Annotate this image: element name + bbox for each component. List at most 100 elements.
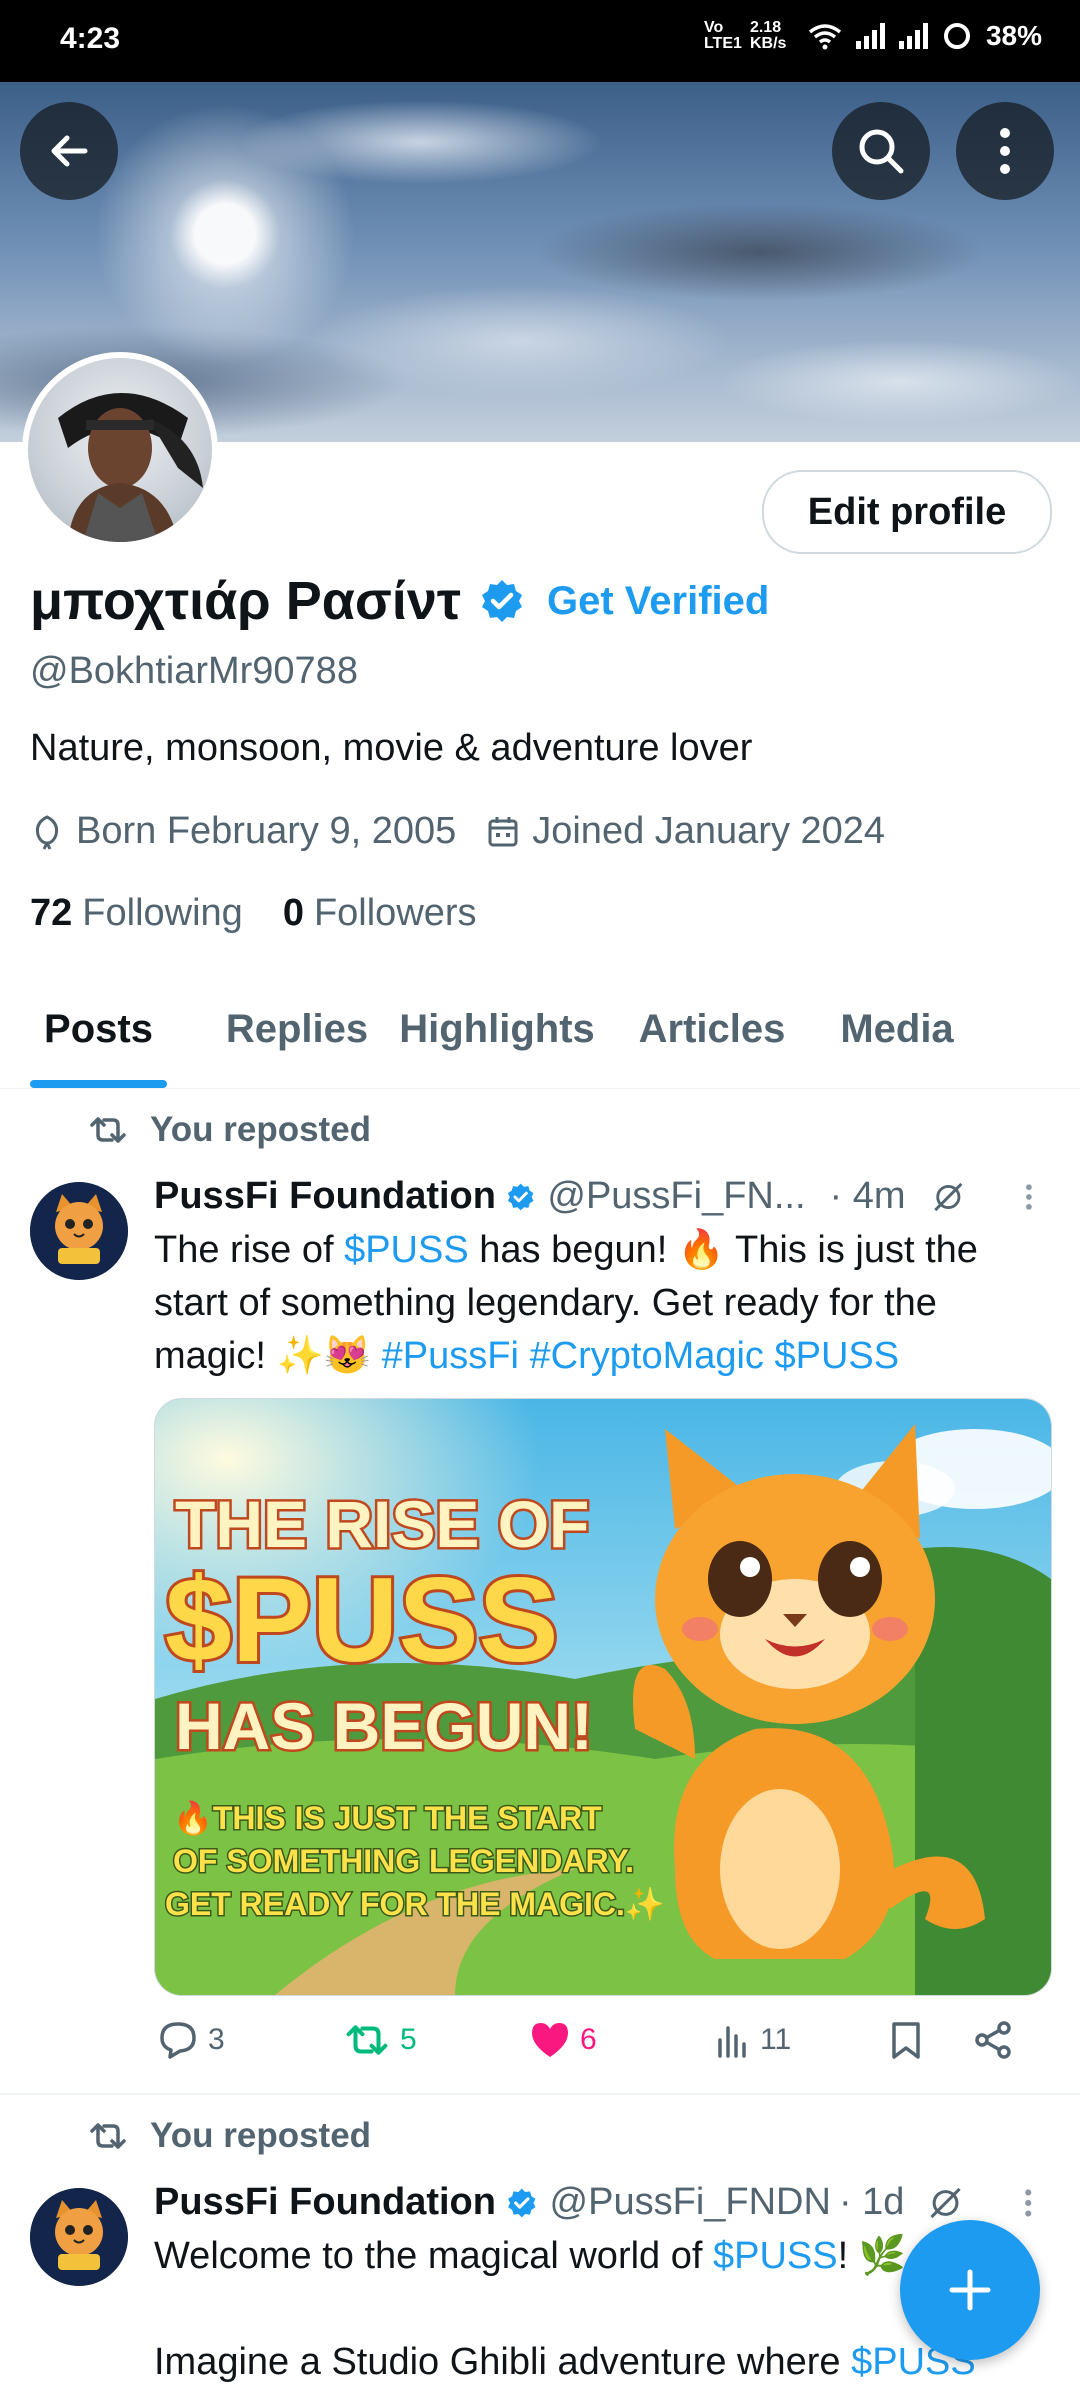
repost-button[interactable]: 5 xyxy=(344,2022,530,2058)
followers-link[interactable]: 0 Followers xyxy=(283,892,477,935)
status-icons: Vo LTE1 2.18 KB/s 38% xyxy=(704,20,1042,52)
avatar-portrait xyxy=(58,393,203,542)
like-count: 6 xyxy=(580,2023,597,2056)
post-more-icon[interactable] xyxy=(1024,1179,1034,1215)
repost-icon xyxy=(90,1117,126,1143)
back-arrow-icon xyxy=(51,135,88,167)
profile-meta: Born February 9, 2005 Joined January 202… xyxy=(30,810,885,853)
image-headline-3: HAS BEGUN! xyxy=(175,1689,593,1763)
heart-icon xyxy=(532,2023,568,2057)
post-time: · 1d xyxy=(838,2181,905,2223)
signal-icon-2 xyxy=(898,23,928,49)
plus-icon xyxy=(949,2269,991,2311)
post-text-part: Welcome to the magical world of xyxy=(154,2235,713,2277)
born-date: Born February 9, 2005 xyxy=(76,810,457,852)
hashtag-link[interactable]: #PussFi xyxy=(382,1335,519,1377)
image-sub-1: 🔥THIS IS JUST THE START xyxy=(173,1800,602,1836)
battery-ring-icon xyxy=(943,23,970,49)
repost-count: 5 xyxy=(400,2023,417,2056)
image-headline-2: $PUSS xyxy=(165,1553,559,1687)
speed-label: 2.18 KB/s xyxy=(749,19,787,52)
like-button[interactable]: 6 xyxy=(530,2021,714,2059)
display-name: μποχτιάρ Ρασίντ xyxy=(30,571,461,631)
bookmark-button[interactable] xyxy=(890,2020,974,2060)
verified-badge-icon xyxy=(507,1183,534,1210)
repost-indicator: You reposted xyxy=(88,2116,371,2156)
following-count: 72 xyxy=(30,892,73,934)
birthday-icon xyxy=(35,814,59,850)
post-header: PussFi Foundation @PussFi_FNDN · 1d xyxy=(154,2181,1034,2224)
more-vertical-icon xyxy=(1000,128,1010,174)
network-label: Vo LTE1 xyxy=(703,19,742,52)
search-icon xyxy=(859,129,904,174)
profile-handle: @BokhtiarMr90788 xyxy=(30,650,358,692)
cashtag-link[interactable]: $PUSS xyxy=(775,1335,900,1377)
cashtag-link[interactable]: $PUSS xyxy=(344,1229,469,1271)
edit-profile-button[interactable]: Edit profile xyxy=(762,470,1052,554)
battery-level: 38% xyxy=(985,20,1042,51)
profile-avatar[interactable] xyxy=(22,352,218,548)
post-time: · 4m xyxy=(829,1175,906,1217)
post-text-part: The rise of xyxy=(154,1229,345,1271)
image-sub-2: OF SOMETHING LEGENDARY. xyxy=(173,1843,634,1879)
view-count: 11 xyxy=(760,2023,792,2056)
post-author-name[interactable]: PussFi Foundation xyxy=(154,2181,496,2224)
cat-logo-icon xyxy=(30,2188,128,2286)
post-more-icon[interactable] xyxy=(1023,2185,1034,2221)
post-image[interactable]: THE RISE OF $PUSS HAS BEGUN! 🔥THIS IS JU… xyxy=(154,1398,1052,1996)
tab-replies[interactable]: Replies xyxy=(226,970,368,1088)
grok-icon[interactable] xyxy=(928,2183,963,2223)
post-text-part: Imagine a Studio Ghibli adventure where xyxy=(154,2341,852,2383)
tab-posts[interactable]: Posts xyxy=(30,970,167,1088)
reply-icon xyxy=(160,2022,196,2059)
post-header: PussFi Foundation @PussFi_FN... · 4m xyxy=(154,1175,1034,1218)
bookmark-icon xyxy=(892,2022,920,2059)
post-actions: 3 5 6 11 xyxy=(158,2020,1028,2060)
get-verified-link[interactable]: Get Verified xyxy=(547,579,769,624)
more-options-button[interactable] xyxy=(956,102,1054,200)
post-author-avatar[interactable] xyxy=(30,1182,128,1280)
share-icon xyxy=(975,2021,1011,2059)
tab-articles[interactable]: Articles xyxy=(637,970,787,1088)
image-sub-3: GET READY FOR THE MAGIC.✨ xyxy=(165,1886,665,1922)
calendar-icon xyxy=(488,816,518,846)
post-divider xyxy=(0,2093,1080,2095)
signal-icon xyxy=(855,23,885,49)
reply-count: 3 xyxy=(208,2023,225,2056)
cashtag-link[interactable]: $PUSS xyxy=(713,2235,838,2277)
views-icon xyxy=(718,2026,746,2058)
status-bar: 4:23 Vo LTE1 2.18 KB/s 38% xyxy=(0,0,1080,82)
post-text: The rise of $PUSS has begun! 🔥 This is j… xyxy=(154,1224,1034,1383)
compose-post-button[interactable] xyxy=(900,2220,1040,2360)
tab-highlights[interactable]: Highlights xyxy=(397,970,597,1088)
repost-label: You reposted xyxy=(150,2116,372,2155)
follow-stats: 72 Following 0 Followers xyxy=(30,892,477,935)
reply-button[interactable]: 3 xyxy=(158,2020,344,2060)
post-author-name[interactable]: PussFi Foundation xyxy=(154,1175,496,1218)
verified-badge-icon xyxy=(482,580,522,622)
repost-icon xyxy=(90,2123,126,2149)
followers-count: 0 xyxy=(282,892,304,934)
tab-media[interactable]: Media xyxy=(827,970,967,1088)
wifi-icon xyxy=(808,24,842,50)
grok-icon[interactable] xyxy=(932,1177,965,1217)
joined-date: Joined January 2024 xyxy=(532,810,886,852)
followers-label: Followers xyxy=(313,892,477,934)
verified-badge-icon xyxy=(508,2188,536,2217)
post-author-handle: @PussFi_FNDN xyxy=(549,2181,831,2223)
post-author-handle: @PussFi_FN... xyxy=(547,1175,806,1217)
cat-logo-icon xyxy=(30,1182,128,1280)
following-link[interactable]: 72 Following xyxy=(30,892,243,935)
hashtag-link[interactable]: #CryptoMagic xyxy=(530,1335,764,1377)
following-label: Following xyxy=(82,892,243,934)
repost-label: You reposted xyxy=(150,1110,372,1149)
views-button[interactable]: 11 xyxy=(714,2022,890,2058)
post-text-part: ! 🌿 xyxy=(837,2235,907,2277)
repost-indicator: You reposted xyxy=(88,1110,371,1150)
search-button[interactable] xyxy=(832,102,930,200)
post-author-avatar[interactable] xyxy=(30,2188,128,2286)
share-button[interactable] xyxy=(974,2020,1014,2060)
status-time: 4:23 xyxy=(60,22,121,55)
post-image-art: THE RISE OF $PUSS HAS BEGUN! 🔥THIS IS JU… xyxy=(155,1399,1051,1995)
back-button[interactable] xyxy=(20,102,118,200)
